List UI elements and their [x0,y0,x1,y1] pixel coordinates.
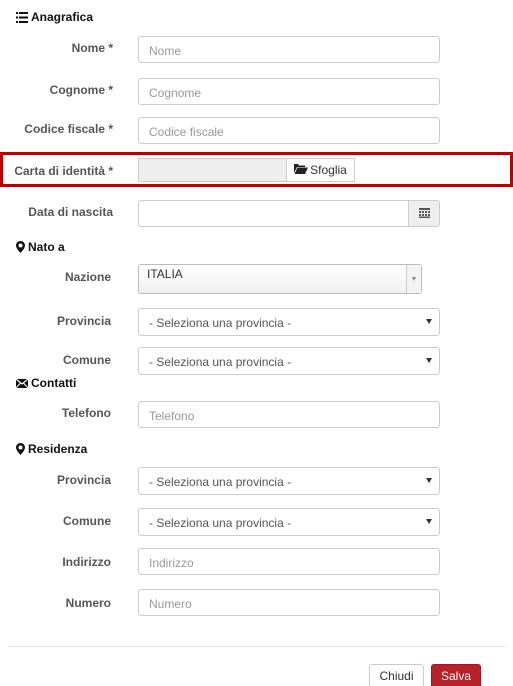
nome-label: Nome * [71,41,113,55]
indirizzo-input[interactable]: Indirizzo [138,548,440,575]
chevron-down-icon [412,277,416,281]
nazione-label: Nazione [64,270,111,284]
nato-provincia-select[interactable]: - Seleziona una provincia - [138,308,440,336]
nato-comune-value: - Seleziona una provincia - [149,355,292,369]
carta-identita-label: Carta di identità * [14,164,113,178]
telefono-input[interactable]: Telefono [138,401,440,428]
section-nato-a: Nato a [16,240,65,254]
caret-down-icon [426,519,432,524]
residenza-provincia-label: Provincia [56,473,111,487]
map-marker-icon [16,443,25,455]
residenza-comune-value: - Seleziona una provincia - [149,516,292,530]
data-nascita-input[interactable] [138,200,408,227]
sfoglia-label: Sfoglia [310,163,347,177]
caret-down-icon [426,478,432,483]
residenza-comune-label: Comune [63,514,111,528]
residenza-provincia-value: - Seleziona una provincia - [149,475,292,489]
cognome-input[interactable]: Cognome [138,78,440,105]
nato-comune-label: Comune [63,353,111,367]
nato-provincia-label: Provincia [56,314,111,328]
map-marker-icon [16,241,25,253]
codice-fiscale-input[interactable]: Codice fiscale [138,117,440,144]
residenza-comune-select[interactable]: - Seleziona una provincia - [138,508,440,536]
save-button[interactable]: Salva [431,664,481,686]
sfoglia-button[interactable]: Sfoglia [286,158,355,182]
data-nascita-label: Data di nascita [28,205,113,219]
cognome-label: Cognome * [49,83,113,97]
section-title-nato-a: Nato a [28,240,65,254]
section-contatti: Contatti [16,376,76,390]
nazione-value: ITALIA [147,267,183,281]
nato-comune-select[interactable]: - Seleziona una provincia - [138,347,440,375]
list-icon [16,11,28,23]
caret-down-icon [426,358,432,363]
section-title-anagrafica: Anagrafica [31,10,94,24]
nato-provincia-value: - Seleziona una provincia - [149,316,292,330]
nazione-arrow[interactable] [406,265,421,293]
telefono-label: Telefono [61,406,111,420]
carta-identita-file-field[interactable] [138,158,286,182]
envelope-icon [16,378,28,388]
section-residenza: Residenza [16,442,87,456]
indirizzo-label: Indirizzo [62,555,111,569]
section-title-contatti: Contatti [31,376,77,390]
footer-divider [8,646,505,647]
section-anagrafica: Anagrafica [16,10,93,24]
close-button[interactable]: Chiudi [369,664,424,686]
nazione-select[interactable]: ITALIA [138,264,422,294]
calendar-button[interactable] [408,200,440,227]
calendar-icon [418,205,430,223]
nome-input[interactable]: Nome [138,36,440,63]
codice-fiscale-label: Codice fiscale * [24,122,113,136]
caret-down-icon [426,319,432,324]
section-title-residenza: Residenza [28,442,88,456]
residenza-provincia-select[interactable]: - Seleziona una provincia - [138,467,440,495]
numero-label: Numero [65,596,111,610]
folder-open-icon [294,163,309,177]
numero-input[interactable]: Numero [138,589,440,616]
